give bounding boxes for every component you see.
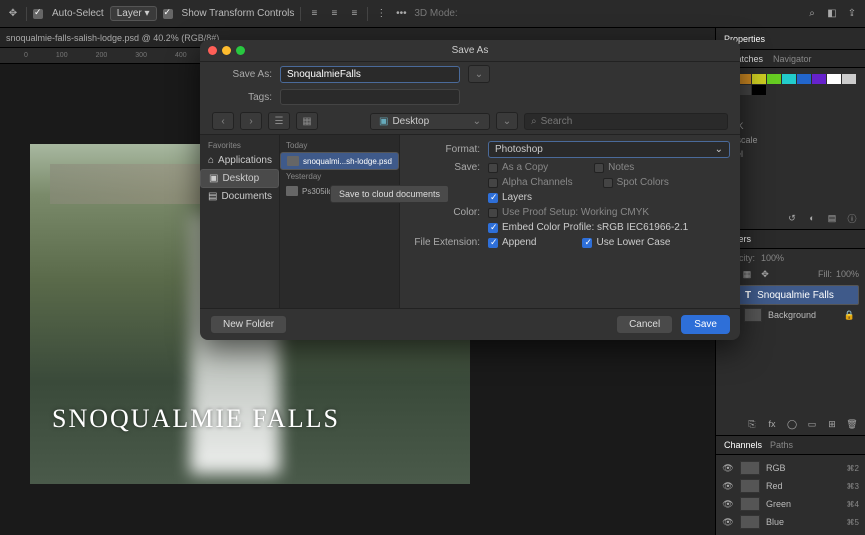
- extension-label: File Extension:: [410, 237, 480, 248]
- search-input[interactable]: ⌕ Search: [524, 113, 728, 130]
- forward-button[interactable]: ›: [240, 112, 262, 130]
- move-tool-icon: ✥: [6, 7, 20, 21]
- append-checkbox[interactable]: Append: [488, 237, 536, 248]
- file-group-today: Today: [280, 139, 399, 152]
- location-select[interactable]: ▣ Desktop ⌄: [370, 113, 490, 130]
- mode-label: 3D Mode:: [414, 8, 457, 19]
- cancel-button[interactable]: Cancel: [616, 315, 673, 334]
- new-group-icon[interactable]: ▭: [805, 417, 819, 431]
- format-label: Format:: [410, 144, 480, 155]
- canvas-headline: SNOQUALMIE FALLS: [52, 404, 340, 434]
- lock-position-icon[interactable]: ✥: [758, 267, 772, 281]
- show-transform-label: Show Transform Controls: [182, 8, 295, 19]
- channel-row[interactable]: 👁Green⌘4: [716, 495, 865, 513]
- channel-row[interactable]: 👁Red⌘3: [716, 477, 865, 495]
- file-browser: Today snoqualmi...sh-lodge.psd Yesterday…: [280, 135, 400, 308]
- location-value: Desktop: [392, 116, 429, 127]
- save-opts-label: Save:: [410, 162, 480, 173]
- fx-icon[interactable]: fx: [765, 417, 779, 431]
- filename-input[interactable]: [280, 66, 460, 83]
- trash-icon[interactable]: 🗑: [845, 417, 859, 431]
- color-label: Color:: [410, 207, 480, 218]
- format-select[interactable]: Photoshop⌄: [488, 141, 730, 158]
- finder-sidebar: Favorites ⌂Applications ▣Desktop ▤Docume…: [200, 135, 280, 308]
- opacity-value[interactable]: 100%: [761, 253, 784, 263]
- lock-icon: 🔒: [844, 310, 855, 321]
- history-icon[interactable]: ↺: [785, 211, 799, 225]
- save-cloud-button[interactable]: Save to cloud documents: [330, 185, 449, 203]
- new-folder-button[interactable]: New Folder: [210, 315, 287, 334]
- file-row[interactable]: snoqualmi...sh-lodge.psd: [280, 152, 399, 170]
- spot-checkbox: Spot Colors: [603, 177, 669, 188]
- new-layer-icon[interactable]: ⊞: [825, 417, 839, 431]
- layer-row[interactable]: 👁 Background 🔒: [722, 305, 859, 325]
- save-button[interactable]: Save: [681, 315, 730, 334]
- lowercase-checkbox[interactable]: Use Lower Case: [582, 237, 670, 248]
- layer-name: Snoqualmie Falls: [757, 290, 834, 301]
- lock-pixels-icon[interactable]: ▦: [740, 267, 754, 281]
- layers-footer-icons: ⎘ fx ◯ ▭ ⊞ 🗑: [716, 413, 865, 435]
- dialog-title: Save As: [452, 45, 489, 56]
- alpha-checkbox: Alpha Channels: [488, 177, 573, 188]
- tags-label: Tags:: [212, 92, 272, 103]
- sidebar-item-applications[interactable]: ⌂Applications: [200, 152, 279, 169]
- auto-select-checkbox[interactable]: [33, 9, 43, 19]
- window-minimize[interactable]: [222, 46, 231, 55]
- view-grid-icon[interactable]: ▦: [296, 112, 318, 130]
- channels-panel: 👁RGB⌘2 👁Red⌘3 👁Green⌘4 👁Blue⌘5: [716, 455, 865, 535]
- workspace-icon[interactable]: ◧: [825, 7, 839, 21]
- more-icon[interactable]: •••: [394, 7, 408, 21]
- favorites-header: Favorites: [200, 139, 279, 152]
- tab-navigator[interactable]: Navigator: [773, 54, 812, 64]
- layer-row[interactable]: 👁 T Snoqualmie Falls: [722, 285, 859, 305]
- adjust-icon[interactable]: ◐: [805, 211, 819, 225]
- tab-paths[interactable]: Paths: [770, 440, 793, 450]
- search-icon[interactable]: ⌕: [805, 7, 819, 21]
- tab-channels[interactable]: Channels: [724, 440, 762, 450]
- fill-value[interactable]: 100%: [836, 269, 859, 279]
- save-options: Save to cloud documents Format: Photosho…: [400, 135, 740, 308]
- sidebar-item-desktop[interactable]: ▣Desktop: [200, 169, 279, 188]
- proof-checkbox: Use Proof Setup: Working CMYK: [488, 207, 649, 218]
- options-bar: ✥ Auto-Select Layer ▾ Show Transform Con…: [0, 0, 865, 28]
- link-icon[interactable]: ⎘: [745, 417, 759, 431]
- as-copy-checkbox[interactable]: As a Copy: [488, 162, 548, 173]
- show-transform-checkbox[interactable]: [163, 9, 173, 19]
- distribute-icon[interactable]: ⋮: [374, 7, 388, 21]
- file-group-yesterday: Yesterday: [280, 170, 399, 183]
- info-icon[interactable]: ⓘ: [845, 211, 859, 225]
- window-close[interactable]: [208, 46, 217, 55]
- view-list-icon[interactable]: ☰: [268, 112, 290, 130]
- save-as-dialog: Save As Save As: ⌄ Tags: ‹ › ☰ ▦ ▣ Deskt…: [200, 40, 740, 340]
- layers-checkbox[interactable]: Layers: [488, 192, 532, 203]
- layer-name: Background: [768, 310, 816, 320]
- fill-label: Fill:: [818, 269, 832, 279]
- save-as-label: Save As:: [212, 69, 272, 80]
- search-icon: ⌕: [531, 116, 537, 127]
- notes-checkbox: Notes: [594, 162, 634, 173]
- library-icon[interactable]: ▤: [825, 211, 839, 225]
- auto-select-label: Auto-Select: [52, 8, 104, 19]
- share-icon[interactable]: ⇪: [845, 7, 859, 21]
- document-tab[interactable]: snoqualmie-falls-salish-lodge.psd @ 40.2…: [6, 33, 219, 43]
- channel-row[interactable]: 👁Blue⌘5: [716, 513, 865, 531]
- action-button[interactable]: ⌄: [496, 112, 518, 130]
- embed-profile-checkbox[interactable]: Embed Color Profile: sRGB IEC61966-2.1: [488, 222, 688, 233]
- tags-input[interactable]: [280, 89, 460, 105]
- channel-row[interactable]: 👁RGB⌘2: [716, 459, 865, 477]
- window-zoom[interactable]: [236, 46, 245, 55]
- expand-button[interactable]: ⌄: [468, 65, 490, 83]
- align-icon[interactable]: ≡: [347, 7, 361, 21]
- sidebar-item-documents[interactable]: ▤Documents: [200, 188, 279, 205]
- mask-icon[interactable]: ◯: [785, 417, 799, 431]
- align-icon[interactable]: ≡: [307, 7, 321, 21]
- back-button[interactable]: ‹: [212, 112, 234, 130]
- align-icon[interactable]: ≡: [327, 7, 341, 21]
- auto-select-target[interactable]: Layer ▾: [110, 6, 157, 21]
